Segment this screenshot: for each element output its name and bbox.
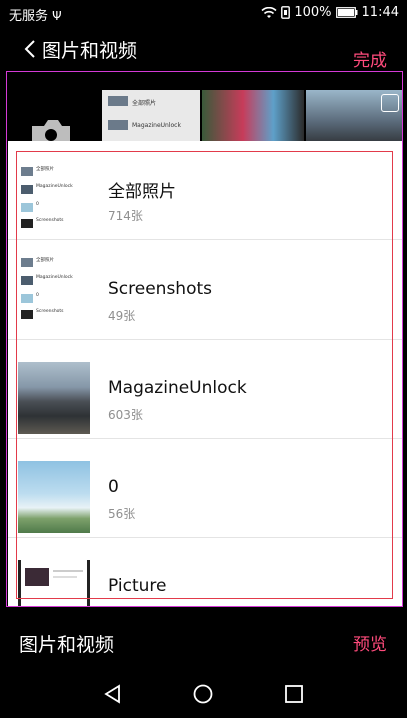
nav-back-button[interactable] bbox=[102, 683, 124, 705]
circle-home-icon bbox=[193, 684, 213, 704]
album-thumbnail: 全部照片 MagazineUnlock 0 Screenshots bbox=[18, 158, 90, 230]
bottom-bar: 图片和视频 预览 bbox=[0, 612, 407, 670]
strip-thumb-label: MagazineUnlock bbox=[132, 122, 181, 129]
album-count: 714张 bbox=[108, 209, 143, 223]
strip-thumb-label: 全部照片 bbox=[132, 100, 157, 107]
divider bbox=[8, 239, 403, 240]
battery-percent: 100% bbox=[294, 5, 332, 20]
divider bbox=[8, 537, 403, 538]
divider bbox=[8, 438, 403, 439]
divider bbox=[8, 339, 403, 340]
album-item[interactable]: MagazineUnlock 603张 bbox=[8, 348, 403, 447]
album-thumbnail bbox=[18, 461, 90, 533]
album-item[interactable]: 全部照片 MagazineUnlock 0 Screenshots Screen… bbox=[8, 249, 403, 348]
status-bar: 无服务 Ψ 100% 11:44 bbox=[0, 0, 407, 26]
album-thumbnail: 全部照片 MagazineUnlock 0 Screenshots bbox=[18, 249, 90, 321]
square-recent-icon bbox=[285, 685, 303, 703]
page-title: 图片和视频 bbox=[42, 39, 138, 62]
media-strip: 全部照片 MagazineUnlock bbox=[8, 72, 403, 148]
album-selector[interactable]: 图片和视频 bbox=[19, 630, 114, 657]
album-list-sheet: 全部照片 MagazineUnlock 0 Screenshots 全部照片 7… bbox=[8, 141, 403, 606]
album-name: Picture bbox=[108, 576, 167, 596]
usb-icon: Ψ bbox=[52, 9, 62, 23]
nav-home-button[interactable] bbox=[192, 683, 214, 705]
album-count: 49张 bbox=[108, 309, 136, 323]
back-button[interactable]: 图片和视频 bbox=[24, 36, 154, 62]
strip-thumbnail[interactable] bbox=[202, 90, 304, 148]
carrier-text: 无服务 bbox=[9, 9, 49, 24]
clock: 11:44 bbox=[361, 5, 399, 20]
strip-thumbnail[interactable]: 全部照片 MagazineUnlock bbox=[102, 90, 200, 148]
album-count: 603张 bbox=[108, 408, 143, 422]
done-button[interactable]: 完成 bbox=[353, 46, 387, 71]
album-name: MagazineUnlock bbox=[108, 378, 247, 398]
album-name: 全部照片 bbox=[108, 182, 176, 202]
battery-icon bbox=[335, 7, 358, 18]
triangle-back-icon bbox=[104, 684, 120, 704]
chevron-left-icon bbox=[24, 40, 35, 58]
album-item[interactable]: 0 56张 bbox=[8, 447, 403, 546]
system-nav-bar bbox=[0, 670, 407, 718]
top-nav: 图片和视频 完成 bbox=[0, 26, 407, 71]
camera-tile[interactable] bbox=[8, 72, 100, 148]
album-count: 56张 bbox=[108, 507, 136, 521]
wifi-icon bbox=[261, 6, 277, 18]
album-thumbnail bbox=[18, 560, 90, 606]
album-thumbnail bbox=[18, 362, 90, 434]
album-name: 0 bbox=[108, 477, 119, 497]
album-item[interactable]: Picture bbox=[8, 546, 403, 606]
select-checkbox[interactable] bbox=[381, 94, 399, 112]
phone-status-icon bbox=[281, 6, 291, 19]
album-item[interactable]: 全部照片 MagazineUnlock 0 Screenshots 全部照片 7… bbox=[8, 141, 403, 240]
preview-button[interactable]: 预览 bbox=[353, 630, 387, 655]
nav-recent-button[interactable] bbox=[283, 683, 305, 705]
album-name: Screenshots bbox=[108, 279, 213, 299]
